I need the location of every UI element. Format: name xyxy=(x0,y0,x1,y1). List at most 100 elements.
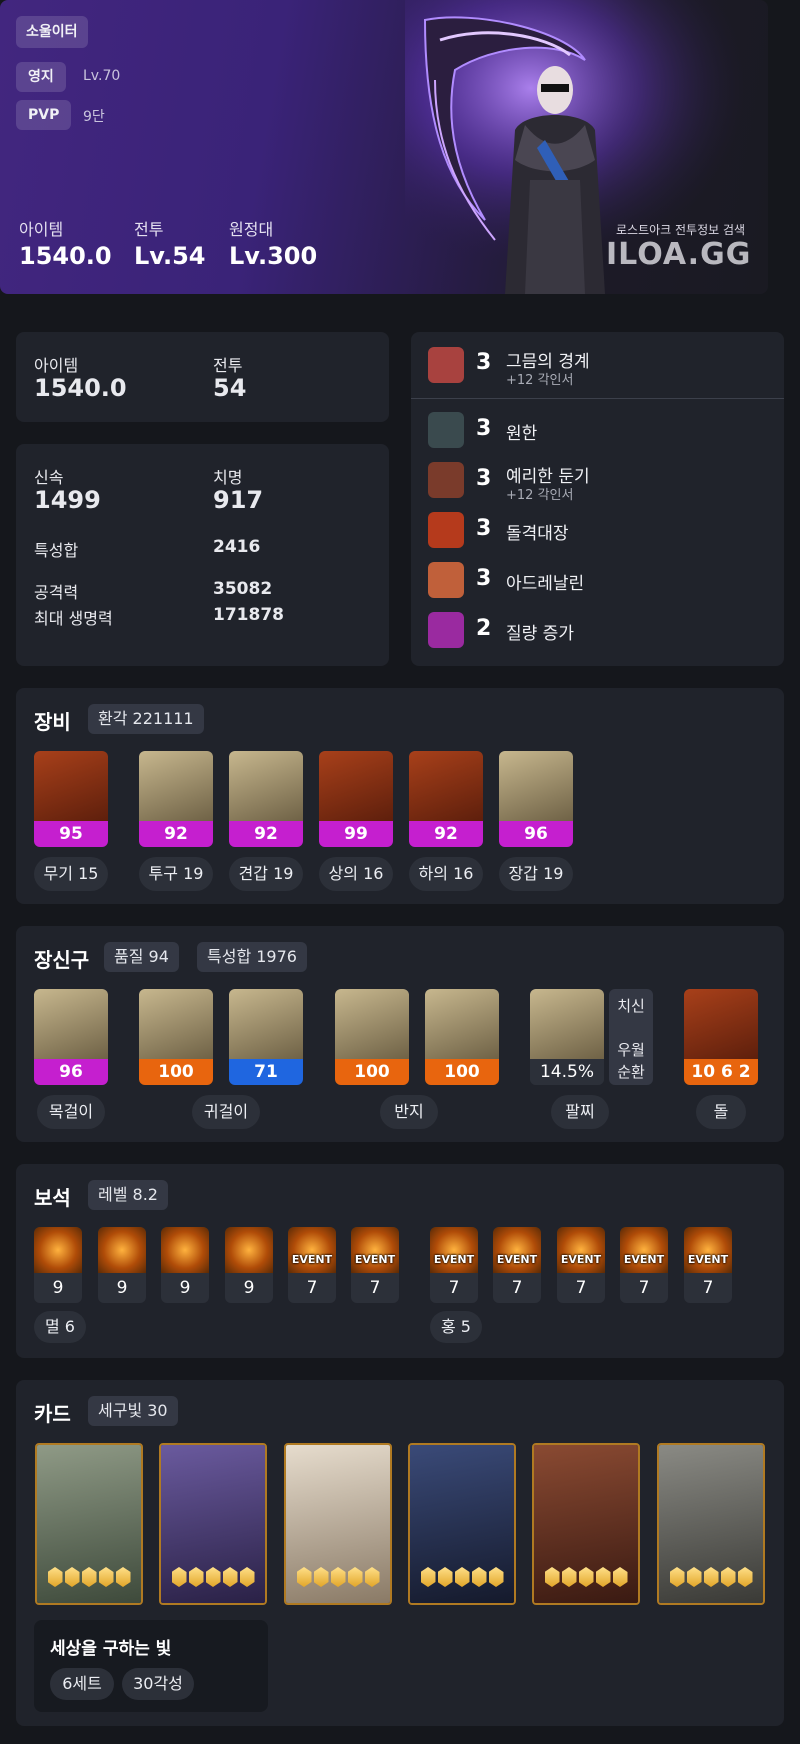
hero-item-level-label: 아이템 xyxy=(19,220,64,239)
gem-icon xyxy=(684,1227,732,1273)
crimson-flame-gem[interactable]: EVENT 7 xyxy=(493,1227,541,1303)
bracelet-slot[interactable]: 14.5% xyxy=(530,989,604,1085)
engraving-book: +12 각인서 xyxy=(506,373,574,388)
bracelet-icon xyxy=(530,989,604,1059)
necklace-slot[interactable]: 96 xyxy=(34,989,108,1085)
hero-expedition-level-value: Lv.300 xyxy=(229,242,318,270)
accessory-quality-badge: 품질 94 xyxy=(104,942,179,972)
hero-expedition-level-label: 원정대 xyxy=(229,220,274,239)
summary-item-label: 아이템 xyxy=(34,356,79,375)
quality-bar: 96 xyxy=(34,1059,108,1085)
event-label: EVENT xyxy=(623,1253,665,1266)
watermark-caption: 로스트아크 전투정보 검색 xyxy=(616,223,746,237)
earring-slot[interactable]: 71 xyxy=(229,989,303,1085)
cards-title: 카드 xyxy=(34,1402,71,1426)
stats-card: 신속 1499 치명 917 특성합 2416 공격력 35082 최대 생명력… xyxy=(16,444,389,666)
crimson-flame-gem[interactable]: EVENT 7 xyxy=(430,1227,478,1303)
ring-slot[interactable]: 100 xyxy=(335,989,409,1085)
weapon-slot[interactable]: 95 xyxy=(34,751,108,847)
engraving-name: 원한 xyxy=(506,424,538,444)
gem-level: 7 xyxy=(511,1278,523,1298)
crit-label: 치명 xyxy=(213,468,243,487)
engraving-divider xyxy=(411,398,784,399)
crimson-flame-gem[interactable]: EVENT 7 xyxy=(684,1227,732,1303)
pants-label: 하의 16 xyxy=(409,857,483,891)
annihilation-gem[interactable]: 9 xyxy=(161,1227,209,1303)
character-hero-banner: 소울이터 영지 Lv.70 PVP 9단 아이템 1540.0 전투 Lv.54… xyxy=(0,0,768,294)
pvp-rank: 9단 xyxy=(83,109,105,125)
card-slot[interactable] xyxy=(284,1443,392,1605)
annihilation-gem[interactable]: EVENT 7 xyxy=(351,1227,399,1303)
card-slot[interactable] xyxy=(657,1443,765,1605)
summary-combat-label: 전투 xyxy=(213,356,243,375)
necklace-label: 목걸이 xyxy=(37,1095,105,1129)
ring-slot[interactable]: 100 xyxy=(425,989,499,1085)
gem-icon xyxy=(430,1227,478,1273)
quality-bar: 92 xyxy=(409,821,483,847)
awakening-gems xyxy=(286,1567,390,1591)
quality-bar: 92 xyxy=(229,821,303,847)
card-set-badge: 세구빛 30 xyxy=(88,1396,178,1426)
gem-level: 7 xyxy=(448,1278,460,1298)
bracelet-stat: 치신 xyxy=(617,997,645,1015)
bracelet-stat: 우월 xyxy=(617,1041,645,1059)
raid-captain-icon xyxy=(428,512,464,548)
chest-slot[interactable]: 99 xyxy=(319,751,393,847)
earring-icon xyxy=(139,989,213,1059)
card-slot[interactable] xyxy=(532,1443,640,1605)
attack-power-value: 35082 xyxy=(213,579,273,599)
grudge-icon xyxy=(428,412,464,448)
gems-title: 보석 xyxy=(34,1186,71,1210)
annihilation-gem[interactable]: 9 xyxy=(98,1227,146,1303)
estate-level: Lv.70 xyxy=(83,68,121,84)
awakening-gems xyxy=(37,1567,141,1591)
max-hp-value: 171878 xyxy=(213,605,284,625)
gem-level: 9 xyxy=(52,1278,64,1298)
gem-level: 7 xyxy=(638,1278,650,1298)
event-label: EVENT xyxy=(354,1253,396,1266)
card-slot[interactable] xyxy=(408,1443,516,1605)
max-hp-label: 최대 생명력 xyxy=(34,609,113,628)
shoulder-icon xyxy=(229,751,303,821)
helmet-slot[interactable]: 92 xyxy=(139,751,213,847)
crimson-flame-gem[interactable]: EVENT 7 xyxy=(620,1227,668,1303)
gem-icon xyxy=(98,1227,146,1273)
annihilation-gem[interactable]: 9 xyxy=(34,1227,82,1303)
ability-stone-icon xyxy=(684,989,758,1059)
helmet-label: 투구 19 xyxy=(139,857,213,891)
pants-slot[interactable]: 92 xyxy=(409,751,483,847)
equipment-title: 장비 xyxy=(34,710,71,734)
gloves-slot[interactable]: 96 xyxy=(499,751,573,847)
gloves-icon xyxy=(499,751,573,821)
annihilation-gem-count: 멸 6 xyxy=(34,1311,86,1343)
gems-card: 보석 레벨 8.2 9 9 9 9 EVENT 7 EVENT 7 EVENT … xyxy=(16,1164,784,1358)
transcendence-badge: 환각 221111 xyxy=(88,704,204,734)
chest-armor-icon xyxy=(319,751,393,821)
annihilation-gem[interactable]: 9 xyxy=(225,1227,273,1303)
event-label: EVENT xyxy=(687,1253,729,1266)
gem-level-badge: 레벨 8.2 xyxy=(88,1180,168,1210)
gem-level: 7 xyxy=(702,1278,714,1298)
weapon-label: 무기 15 xyxy=(34,857,108,891)
card-set-awakening: 30각성 xyxy=(122,1668,194,1700)
shoulder-label: 견갑 19 xyxy=(229,857,303,891)
blunt-icon xyxy=(428,462,464,498)
total-stat-label: 특성합 xyxy=(34,541,79,560)
gem-icon xyxy=(557,1227,605,1273)
engraving-level: 2 xyxy=(476,616,492,641)
card-slot[interactable] xyxy=(159,1443,267,1605)
annihilation-gem[interactable]: EVENT 7 xyxy=(288,1227,336,1303)
ability-stone-slot[interactable]: 10 6 2 xyxy=(684,989,758,1085)
weapon-scythe-icon xyxy=(34,751,108,821)
card-slot[interactable] xyxy=(35,1443,143,1605)
shoulder-slot[interactable]: 92 xyxy=(229,751,303,847)
crimson-flame-gem[interactable]: EVENT 7 xyxy=(557,1227,605,1303)
swiftness-value: 1499 xyxy=(34,486,101,514)
bracelet-value: 14.5% xyxy=(530,1059,604,1085)
quality-bar: 100 xyxy=(425,1059,499,1085)
gem-level: 9 xyxy=(243,1278,255,1298)
event-label: EVENT xyxy=(433,1253,475,1266)
gem-level: 9 xyxy=(179,1278,191,1298)
bracelet-stat: 순환 xyxy=(617,1063,645,1081)
earring-slot[interactable]: 100 xyxy=(139,989,213,1085)
